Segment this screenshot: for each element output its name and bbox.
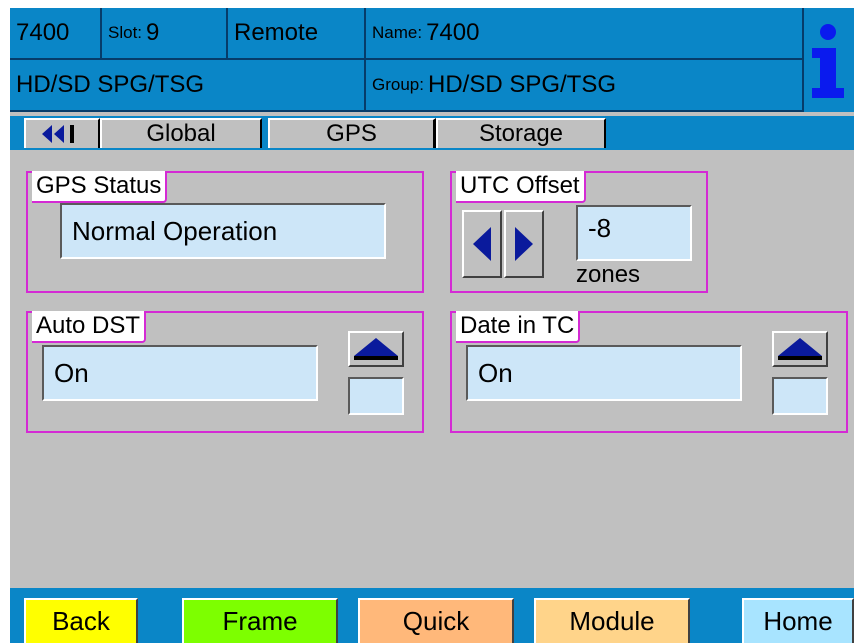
auto-dst-field: On (42, 345, 318, 401)
date-in-tc-panel: Date in TC On (450, 311, 848, 433)
auto-dst-up-button[interactable] (348, 331, 404, 367)
footer-bar: Back Frame Quick Module Home (10, 588, 854, 643)
up-arrow-icon (778, 338, 822, 360)
name-value: 7400 (426, 19, 480, 46)
mode-cell: Remote (228, 8, 366, 60)
slot-label: Slot: (108, 23, 143, 42)
tab-storage-label: Storage (478, 120, 564, 147)
frame-button[interactable]: Frame (182, 598, 338, 643)
auto-dst-value: On (54, 357, 89, 388)
home-button-label: Home (763, 606, 833, 636)
gps-status-panel: GPS Status Normal Operation (26, 171, 424, 293)
device-screen: 7400 Slot: 9 Remote Name: 7400 HD/SD SPG… (10, 8, 854, 643)
info-icon[interactable] (806, 22, 850, 100)
gps-status-value: Normal Operation (72, 215, 278, 246)
utc-offset-title: UTC Offset (456, 171, 586, 203)
quick-button[interactable]: Quick (358, 598, 514, 643)
tab-global-label: Global (146, 120, 216, 147)
module-button-label: Module (569, 606, 655, 636)
back-button-label: Back (52, 606, 110, 636)
utc-offset-unit: zones (576, 261, 641, 288)
group-cell: Group: HD/SD SPG/TSG (366, 60, 804, 112)
right-arrow-icon (515, 227, 533, 261)
header: 7400 Slot: 9 Remote Name: 7400 HD/SD SPG… (10, 8, 854, 112)
left-arrow-icon (473, 227, 491, 261)
home-button[interactable]: Home (742, 598, 854, 643)
date-in-tc-field: On (466, 345, 742, 401)
model-label: 7400 (16, 19, 70, 46)
group-value: HD/SD SPG/TSG (427, 71, 617, 98)
auto-dst-title: Auto DST (32, 311, 147, 343)
double-left-arrow-icon (42, 125, 74, 143)
module-button[interactable]: Module (534, 598, 690, 643)
frame-button-label: Frame (222, 606, 298, 636)
name-label: Name: (372, 23, 423, 42)
utc-offset-value: -8 (588, 213, 612, 243)
utc-increment-button[interactable] (504, 210, 544, 278)
group-label: Group: (372, 75, 424, 94)
slot-value: 9 (146, 19, 160, 46)
tab-global[interactable]: Global (100, 118, 262, 148)
up-arrow-icon (354, 338, 398, 360)
tab-gps[interactable]: GPS (268, 118, 436, 148)
date-in-tc-up-button[interactable] (772, 331, 828, 367)
date-in-tc-indicator (772, 377, 828, 415)
date-in-tc-title: Date in TC (456, 311, 581, 343)
date-in-tc-value: On (478, 357, 513, 388)
utc-offset-panel: UTC Offset -8 zones (450, 171, 708, 293)
tab-scroll-left-button[interactable] (24, 118, 100, 148)
quick-button-label: Quick (402, 606, 470, 636)
gps-status-title: GPS Status (32, 171, 168, 203)
auto-dst-indicator (348, 377, 404, 415)
auto-dst-panel: Auto DST On (26, 311, 424, 433)
utc-offset-field: -8 (576, 205, 692, 261)
tab-gps-label: GPS (326, 120, 377, 147)
slot-cell: Slot: 9 (102, 8, 228, 60)
mode-label: Remote (234, 19, 319, 46)
product-label: HD/SD SPG/TSG (16, 71, 205, 98)
product-cell: HD/SD SPG/TSG (10, 60, 366, 112)
name-cell: Name: 7400 (366, 8, 804, 60)
tab-bar: Global GPS Storage (10, 116, 854, 150)
utc-decrement-button[interactable] (462, 210, 502, 278)
back-button[interactable]: Back (24, 598, 138, 643)
gps-status-field: Normal Operation (60, 203, 386, 259)
model-cell: 7400 (10, 8, 102, 60)
tab-storage[interactable]: Storage (436, 118, 606, 148)
